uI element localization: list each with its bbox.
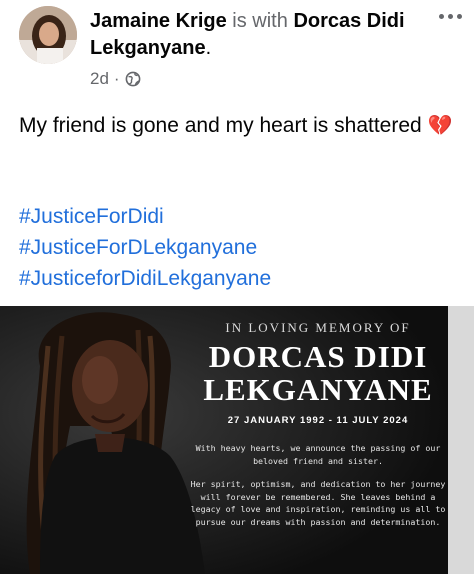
globe-icon[interactable] bbox=[125, 71, 141, 87]
meta-separator: · bbox=[113, 69, 120, 88]
post-header: Jamaine Krige is with Dorcas Didi Lekgan… bbox=[0, 0, 474, 96]
more-options-icon[interactable] bbox=[432, 4, 468, 28]
memorial-name-line2: LEKGANYANE bbox=[203, 372, 433, 407]
post-message-text: My friend is gone and my heart is shatte… bbox=[19, 114, 422, 137]
memorial-name-line1: DORCAS DIDI bbox=[208, 339, 428, 374]
memorial-kicker: IN LOVING MEMORY OF bbox=[225, 320, 411, 335]
hashtag-link[interactable]: #JusticeForDLekganyane bbox=[19, 232, 459, 263]
post-message: My friend is gone and my heart is shatte… bbox=[19, 110, 459, 142]
more-dot bbox=[447, 13, 453, 19]
hashtag-link[interactable]: #JusticeForDidi bbox=[19, 201, 459, 232]
more-dot bbox=[456, 13, 462, 19]
broken-heart-emoji: 💔 bbox=[427, 115, 453, 137]
hashtag-list: #JusticeForDidi #JusticeForDLekganyane #… bbox=[19, 201, 459, 294]
memorial-paragraph: Her spirit, optimism, and dedication to … bbox=[190, 479, 446, 527]
memorial-paragraph: With heavy hearts, we announce the passi… bbox=[195, 443, 441, 466]
hashtag-link[interactable]: #JusticeforDidiLekganyane bbox=[19, 263, 459, 294]
more-dot bbox=[438, 13, 444, 19]
post-meta: 2d · bbox=[90, 69, 141, 89]
memorial-text: IN LOVING MEMORY OF DORCAS DIDI LEKGANYA… bbox=[185, 320, 451, 528]
memorial-dates: 27 JANUARY 1992 - 11 JULY 2024 bbox=[227, 415, 409, 426]
avatar[interactable] bbox=[19, 6, 77, 64]
with-text: is with bbox=[232, 10, 288, 32]
author-name[interactable]: Jamaine Krige bbox=[90, 10, 227, 32]
post-time[interactable]: 2d bbox=[90, 69, 109, 89]
post-photo[interactable]: IN LOVING MEMORY OF DORCAS DIDI LEKGANYA… bbox=[0, 306, 474, 574]
avatar-photo bbox=[19, 6, 77, 64]
author-line: Jamaine Krige is with Dorcas Didi Lekgan… bbox=[90, 8, 420, 62]
author-line-period: . bbox=[205, 37, 212, 59]
